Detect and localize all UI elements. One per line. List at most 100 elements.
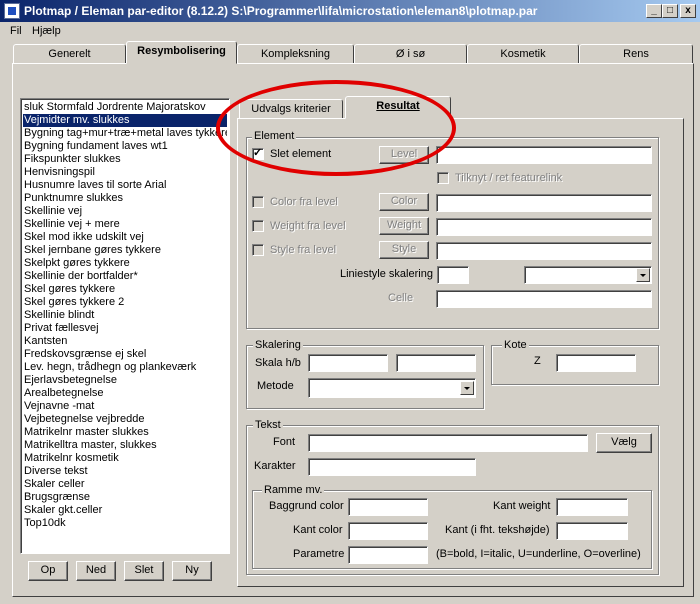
ny-button[interactable]: Ny [172,561,212,581]
list-item[interactable]: Lev. hegn, trådhegn og plankeværk [23,361,227,374]
kant-weight-label: Kant weight [493,500,551,512]
rule-list[interactable]: sluk Stormfald Jordrente Majoratskov Vejm… [20,98,230,554]
list-item[interactable]: Vejbetegnelse vejbredde [23,413,227,426]
color-fra-level-label: Color fra level [270,196,338,208]
list-item[interactable]: Matrikelltra master, slukkes [23,439,227,452]
list-item[interactable]: Diverse tekst [23,465,227,478]
list-item[interactable]: Skellinie vej [23,205,227,218]
slet-element-label: Slet element [270,148,332,160]
menu-hjaelp[interactable]: Hjælp [32,25,61,37]
list-item[interactable]: Ejerlavsbetegnelse [23,374,227,387]
list-item[interactable]: Brugsgrænse [23,491,227,504]
level-field[interactable] [436,146,652,164]
font-field[interactable] [308,434,588,452]
minimize-button[interactable]: _ [646,4,662,18]
ned-button[interactable]: Ned [76,561,116,581]
skalering-group-label: Skalering [253,339,303,351]
ramme-group-label: Ramme mv. [262,484,325,496]
list-item[interactable]: Arealbetegnelse [23,387,227,400]
metode-label: Metode [257,380,294,392]
skala-b-field[interactable] [396,354,476,372]
chevron-down-icon[interactable] [636,268,650,282]
parametre-label: Parametre [293,548,345,560]
list-item[interactable]: Skel gøres tykkere 2 [23,296,227,309]
list-item[interactable]: Skaler gkt.celler [23,504,227,517]
list-item[interactable]: Henvisningspil [23,166,227,179]
tab-kosmetik[interactable]: Kosmetik [467,44,579,64]
title-bar[interactable]: Plotmap / Eleman par-editor (8.12.2) S:\… [0,0,700,22]
list-item[interactable]: Skel jernbane gøres tykkere [23,244,227,257]
slet-element-checkbox[interactable] [252,146,264,160]
list-item[interactable]: Matrikelnr kosmetik [23,452,227,465]
list-item[interactable]: Vejmidter mv. slukkes [22,113,228,128]
tekst-group-label: Tekst [253,419,283,431]
list-item[interactable]: Husnumre laves til sorte Arial [23,179,227,192]
color-field[interactable] [436,194,652,212]
z-label: Z [534,355,541,367]
tilknyt-checkbox[interactable] [437,172,449,184]
list-item[interactable]: Skelpkt gøres tykkere [23,257,227,270]
tab-kompleksning[interactable]: Kompleksning [237,44,354,64]
kant-weight-field[interactable] [556,498,628,516]
list-item[interactable]: Fredskovsgrænse ej skel [23,348,227,361]
list-item[interactable]: Skellinie vej + mere [23,218,227,231]
tab-resymbolisering[interactable]: Resymbolisering [126,41,237,64]
tab-rens[interactable]: Rens [579,44,693,64]
window-title: Plotmap / Eleman par-editor (8.12.2) S:\… [24,4,538,18]
tab-o-i-so[interactable]: Ø i sø [354,44,467,64]
menu-bar: Fil Hjælp [0,22,700,42]
list-item[interactable]: Bygning tag+mur+træ+metal laves tykkere [23,127,227,140]
celle-field[interactable] [436,290,652,308]
subtab-udvalgs-kriterier[interactable]: Udvalgs kriterier [239,99,343,119]
list-item[interactable]: Bygning fundament laves wt1 [23,140,227,153]
kant-field[interactable] [556,522,628,540]
list-item[interactable]: Top10dk [23,517,227,530]
subtab-resultat[interactable]: Resultat [345,96,451,119]
close-button[interactable]: x [680,4,696,18]
style-field[interactable] [436,242,652,260]
weight-button[interactable]: Weight [379,217,429,235]
list-item[interactable]: Skaler celler [23,478,227,491]
liniestyle-field[interactable] [437,266,469,284]
vaelg-button[interactable]: Vælg [596,433,652,453]
list-item[interactable]: Skel mod ikke udskilt vej [23,231,227,244]
parametre-field[interactable] [348,546,428,564]
font-label: Font [273,436,296,448]
liniestyle-dropdown[interactable] [524,266,652,284]
celle-label: Celle [388,292,414,304]
maximize-button[interactable]: □ [662,4,678,18]
list-item[interactable]: Vejnavne -mat [23,400,227,413]
list-item[interactable]: Skellinie der bortfalder* [23,270,227,283]
weight-field[interactable] [436,218,652,236]
list-item[interactable]: Punktnumre slukkes [23,192,227,205]
style-fra-level-checkbox[interactable] [252,244,264,256]
color-button[interactable]: Color [379,193,429,211]
skala-label: Skala h/b [255,357,301,369]
list-item[interactable]: Matrikelnr master slukkes [23,426,227,439]
list-item[interactable]: sluk Stormfald Jordrente Majoratskov [23,101,227,114]
op-button[interactable]: Op [28,561,68,581]
menu-fil[interactable]: Fil [10,25,22,37]
slet-button[interactable]: Slet [124,561,164,581]
karakter-field[interactable] [308,458,476,476]
list-item[interactable]: Kantsten [23,335,227,348]
weight-fra-level-label: Weight fra level [270,220,346,232]
baggrund-color-field[interactable] [348,498,428,516]
karakter-label: Karakter [254,460,296,472]
color-fra-level-checkbox[interactable] [252,196,264,208]
list-item[interactable]: Skel gøres tykkere [23,283,227,296]
weight-fra-level-checkbox[interactable] [252,220,264,232]
chevron-down-icon[interactable] [460,381,474,395]
tab-generelt[interactable]: Generelt [13,44,126,64]
style-button[interactable]: Style [379,241,429,259]
z-field[interactable] [556,354,636,372]
list-item[interactable]: Fikspunkter slukkes [23,153,227,166]
level-button[interactable]: Level [379,146,429,164]
list-item[interactable]: Privat fællesvej [23,322,227,335]
skala-h-field[interactable] [308,354,388,372]
list-item[interactable]: Skellinie blindt [23,309,227,322]
kant-color-field[interactable] [348,522,428,540]
style-fra-level-label: Style fra level [270,244,337,256]
kote-group-label: Kote [502,339,529,351]
metode-dropdown[interactable] [308,378,476,398]
